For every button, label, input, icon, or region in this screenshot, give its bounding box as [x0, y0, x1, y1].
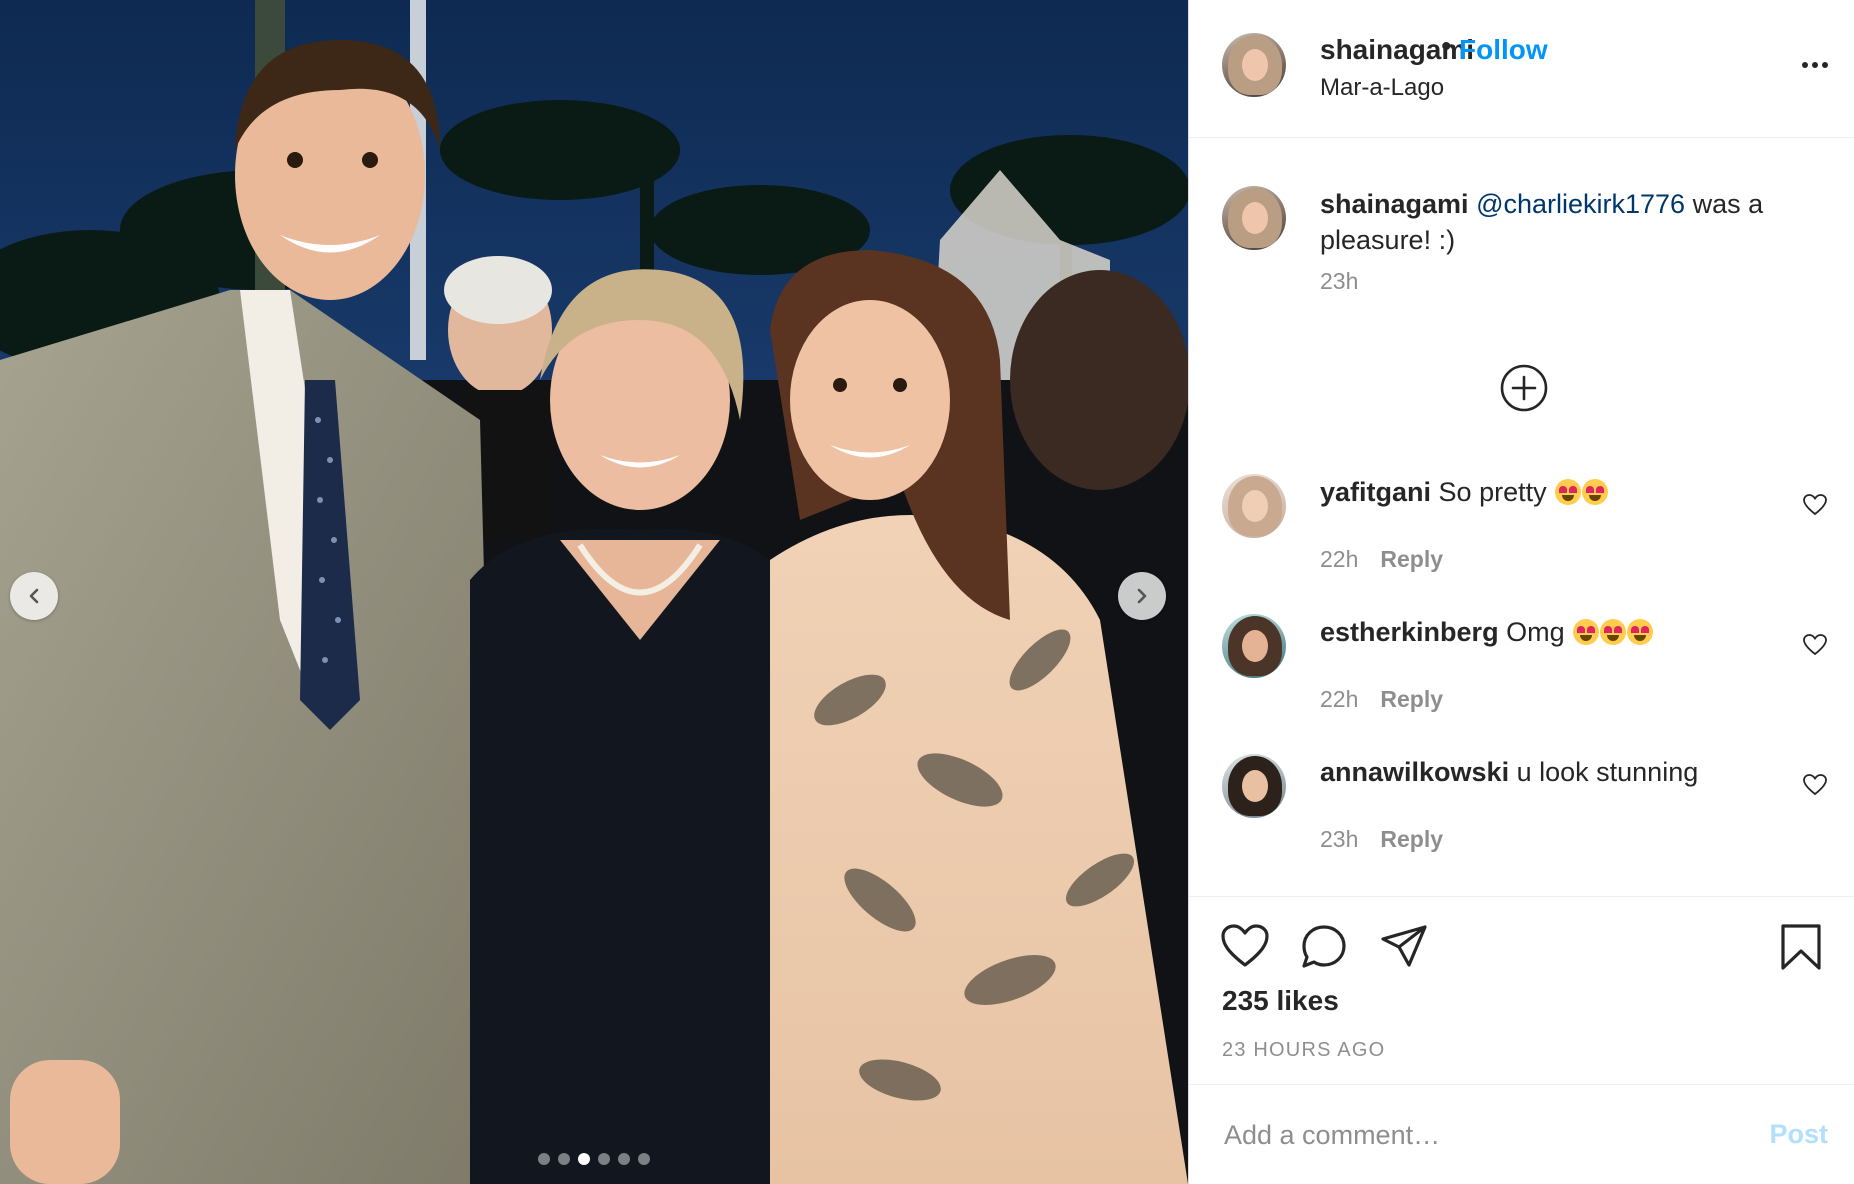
comment: annawilkowski u look stunning [1320, 754, 1780, 790]
author-avatar[interactable] [1222, 33, 1286, 97]
follow-button[interactable]: Follow [1459, 34, 1548, 66]
reply-button[interactable]: Reply [1380, 826, 1443, 852]
comment-username[interactable]: estherkinberg [1320, 617, 1499, 647]
comment: yafitgani So pretty [1320, 474, 1780, 510]
carousel-indicator [0, 1153, 1188, 1165]
caption: shainagami @charliekirk1776 was a pleasu… [1320, 186, 1780, 258]
heart-eyes-emoji [1554, 477, 1609, 507]
comment-time: 23h [1320, 826, 1359, 852]
comment-text: Omg [1506, 617, 1565, 647]
carousel-dot [578, 1153, 590, 1165]
post-timestamp: 23 HOURS AGO [1222, 1039, 1386, 1061]
photo-scene [0, 0, 1188, 1184]
comment: estherkinberg Omg [1320, 614, 1780, 650]
previous-slide-button[interactable] [10, 572, 58, 620]
comment-meta: 22h Reply [1320, 686, 1443, 713]
carousel-dot [538, 1153, 550, 1165]
plus-circle-icon[interactable] [1499, 363, 1549, 413]
post-details-panel: shainagami • Follow Mar-a-Lago shainagam… [1188, 0, 1854, 1184]
chevron-right-icon [1137, 588, 1147, 604]
comments-section: shainagami @charliekirk1776 was a pleasu… [1189, 138, 1854, 895]
post-photo[interactable] [0, 0, 1188, 1184]
comment-like-heart-icon[interactable] [1802, 773, 1828, 797]
header-separator: • [1441, 30, 1452, 63]
caption-time: 23h [1320, 268, 1359, 294]
comment-like-heart-icon[interactable] [1802, 493, 1828, 517]
commenter-avatar[interactable] [1222, 754, 1286, 818]
more-options-icon[interactable] [1802, 56, 1828, 74]
paper-plane-icon[interactable] [1379, 923, 1429, 969]
comment-meta: 22h Reply [1320, 546, 1443, 573]
post-header: shainagami • Follow Mar-a-Lago [1189, 0, 1854, 138]
post-actions: 235 likes 23 HOURS AGO [1189, 896, 1854, 1084]
commenter-avatar[interactable] [1222, 474, 1286, 538]
heart-eyes-emoji [1572, 617, 1654, 647]
reply-button[interactable]: Reply [1380, 546, 1443, 572]
caption-username[interactable]: shainagami [1320, 189, 1469, 219]
reply-button[interactable]: Reply [1380, 686, 1443, 712]
comment-composer: Post [1189, 1084, 1854, 1184]
comment-time: 22h [1320, 546, 1359, 572]
carousel-dot [638, 1153, 650, 1165]
commenter-avatar[interactable] [1222, 614, 1286, 678]
add-comment-input[interactable] [1222, 1109, 1746, 1161]
comment-time: 22h [1320, 686, 1359, 712]
carousel-dot [598, 1153, 610, 1165]
caption-mention[interactable]: @charliekirk1776 [1476, 189, 1685, 219]
heart-icon[interactable] [1220, 923, 1270, 969]
likes-count[interactable]: 235 likes [1222, 985, 1339, 1017]
comment-text: So pretty [1438, 477, 1547, 507]
bookmark-icon[interactable] [1779, 923, 1823, 971]
comment-username[interactable]: annawilkowski [1320, 757, 1509, 787]
comment-meta: 23h Reply [1320, 826, 1443, 853]
comment-text: u look stunning [1516, 757, 1699, 787]
comment-like-heart-icon[interactable] [1802, 633, 1828, 657]
caption-avatar[interactable] [1222, 186, 1286, 250]
next-slide-button[interactable] [1118, 572, 1166, 620]
location-link[interactable]: Mar-a-Lago [1320, 74, 1444, 102]
carousel-dot [618, 1153, 630, 1165]
carousel-dot [558, 1153, 570, 1165]
post-comment-button[interactable]: Post [1769, 1119, 1828, 1150]
comment-icon[interactable] [1299, 923, 1349, 971]
chevron-left-icon [29, 588, 39, 604]
post-viewer: shainagami • Follow Mar-a-Lago shainagam… [0, 0, 1854, 1184]
comment-username[interactable]: yafitgani [1320, 477, 1431, 507]
